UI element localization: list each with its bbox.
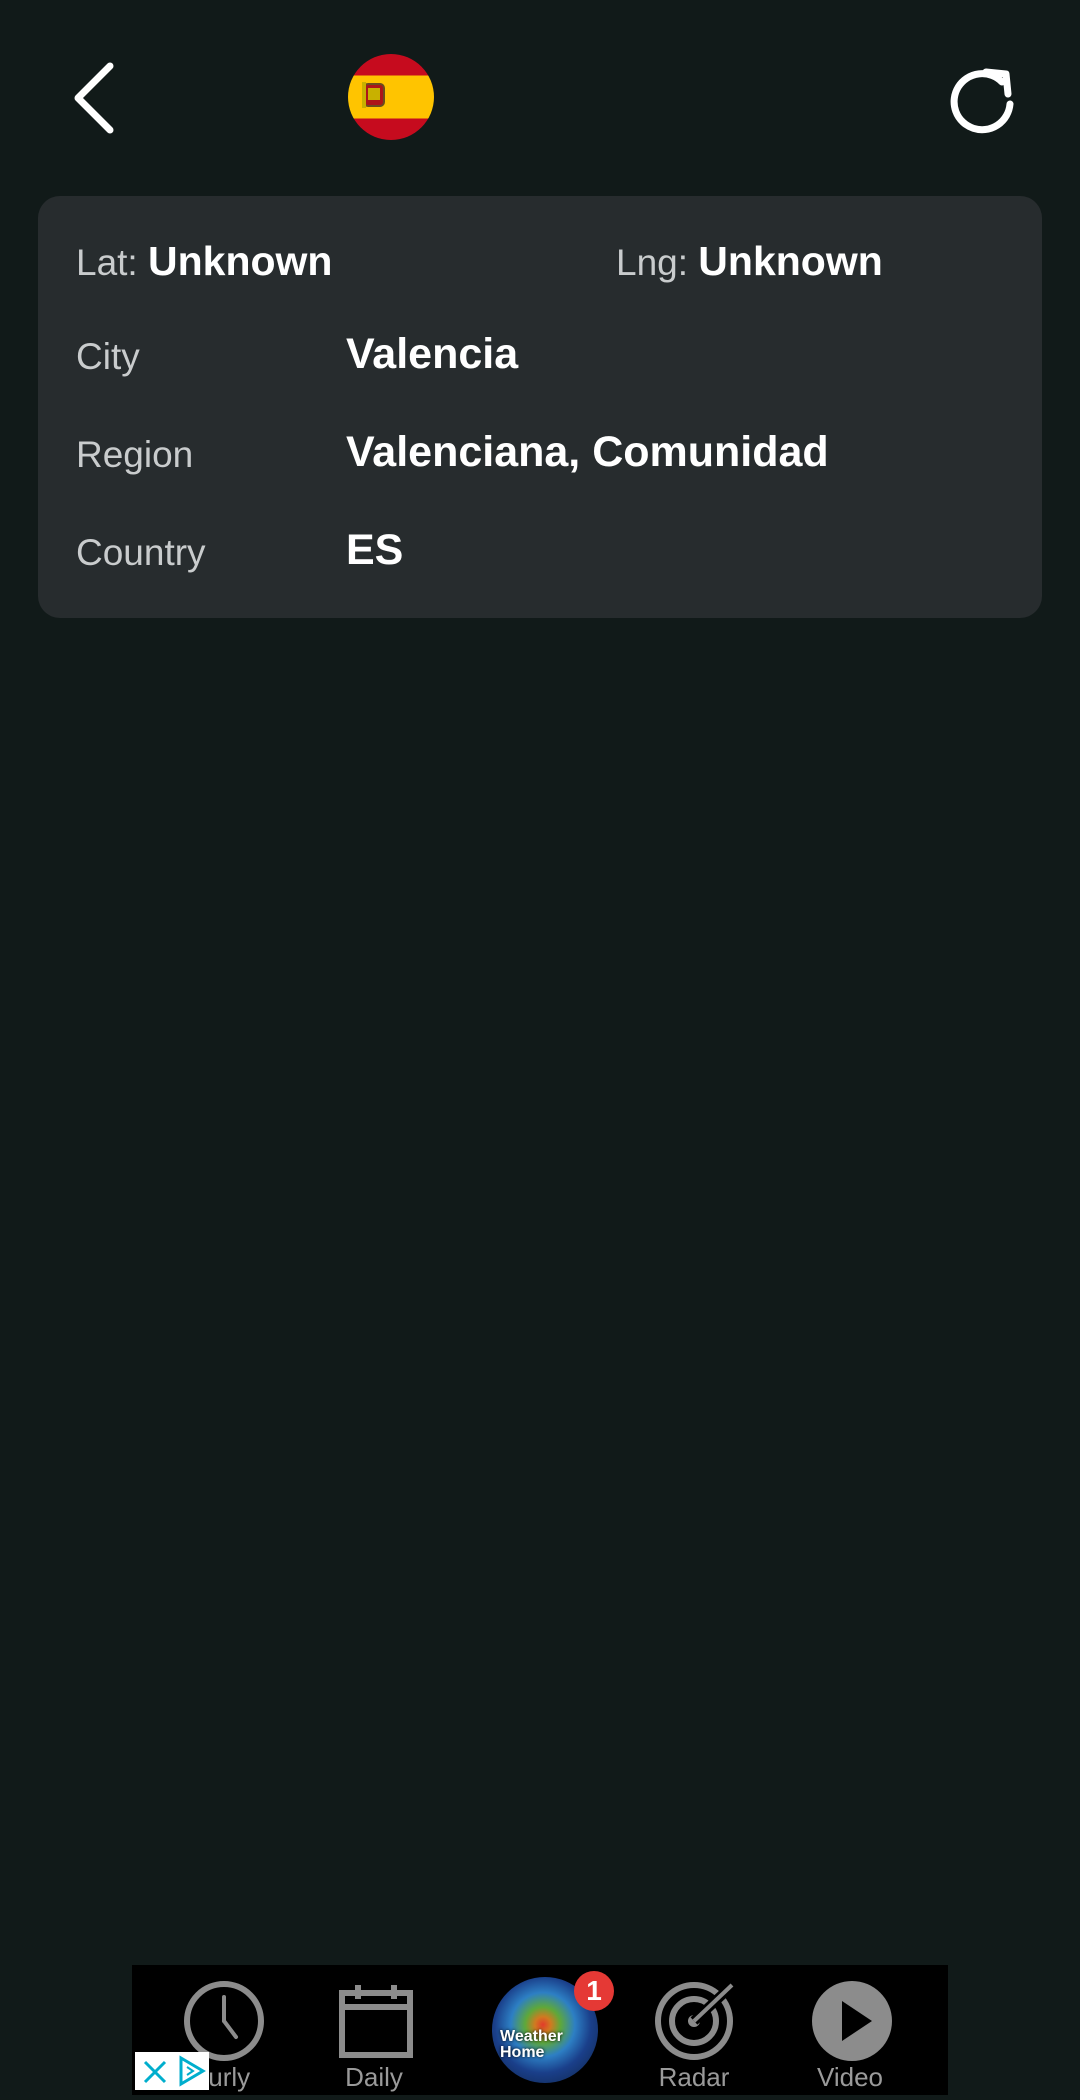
location-card: Lat: Unknown Lng: Unknown City Valencia …	[38, 196, 1042, 618]
longitude: Lng: Unknown	[616, 238, 883, 285]
nav-radar-label: Radar	[658, 2062, 730, 2092]
chevron-left-icon	[74, 62, 114, 134]
lat-label: Lat:	[76, 242, 138, 283]
city-value: Valencia	[346, 330, 519, 378]
adchoices-icon	[179, 2055, 206, 2087]
region-value: Valenciana, Comunidad	[346, 428, 829, 476]
nav-radar[interactable]: Radar	[624, 1965, 764, 2095]
clock-icon	[184, 1981, 264, 2061]
country-row: Country ES	[76, 526, 1004, 586]
coordinates-row: Lat: Unknown Lng: Unknown	[76, 238, 1004, 288]
radar-icon	[655, 1982, 734, 2060]
lat-value: Unknown	[148, 238, 333, 284]
nav-video[interactable]: Video	[780, 1965, 920, 2095]
weather-home-label: Weather Home	[500, 2028, 563, 2061]
region-row: Region Valenciana, Comunidad	[76, 428, 1004, 488]
nav-daily-label: Daily	[345, 2062, 403, 2092]
lng-value: Unknown	[698, 238, 883, 284]
calendar-icon	[339, 1985, 413, 2058]
nav-daily[interactable]: Daily	[304, 1965, 444, 2095]
notification-badge: 1	[574, 1971, 614, 2011]
top-bar	[0, 0, 1080, 190]
play-icon	[812, 1981, 892, 2061]
refresh-icon	[950, 68, 1014, 134]
close-icon	[143, 2060, 167, 2084]
country-label: Country	[76, 532, 206, 573]
spain-flag-icon	[348, 54, 434, 140]
nav-video-label: Video	[816, 2062, 884, 2092]
back-button[interactable]	[60, 58, 140, 138]
refresh-button[interactable]	[940, 58, 1028, 146]
city-label: City	[76, 336, 140, 377]
lng-label: Lng:	[616, 242, 689, 283]
latitude: Lat: Unknown	[76, 238, 332, 285]
region-label: Region	[76, 434, 194, 475]
city-row: City Valencia	[76, 330, 1004, 390]
weather-home-button[interactable]: Weather Home 1	[492, 1971, 614, 2083]
bottom-nav: ourly Daily Weather Home 1 Radar Video	[132, 1965, 948, 2095]
ad-choices-chip[interactable]	[135, 2052, 209, 2090]
country-value: ES	[346, 526, 404, 574]
